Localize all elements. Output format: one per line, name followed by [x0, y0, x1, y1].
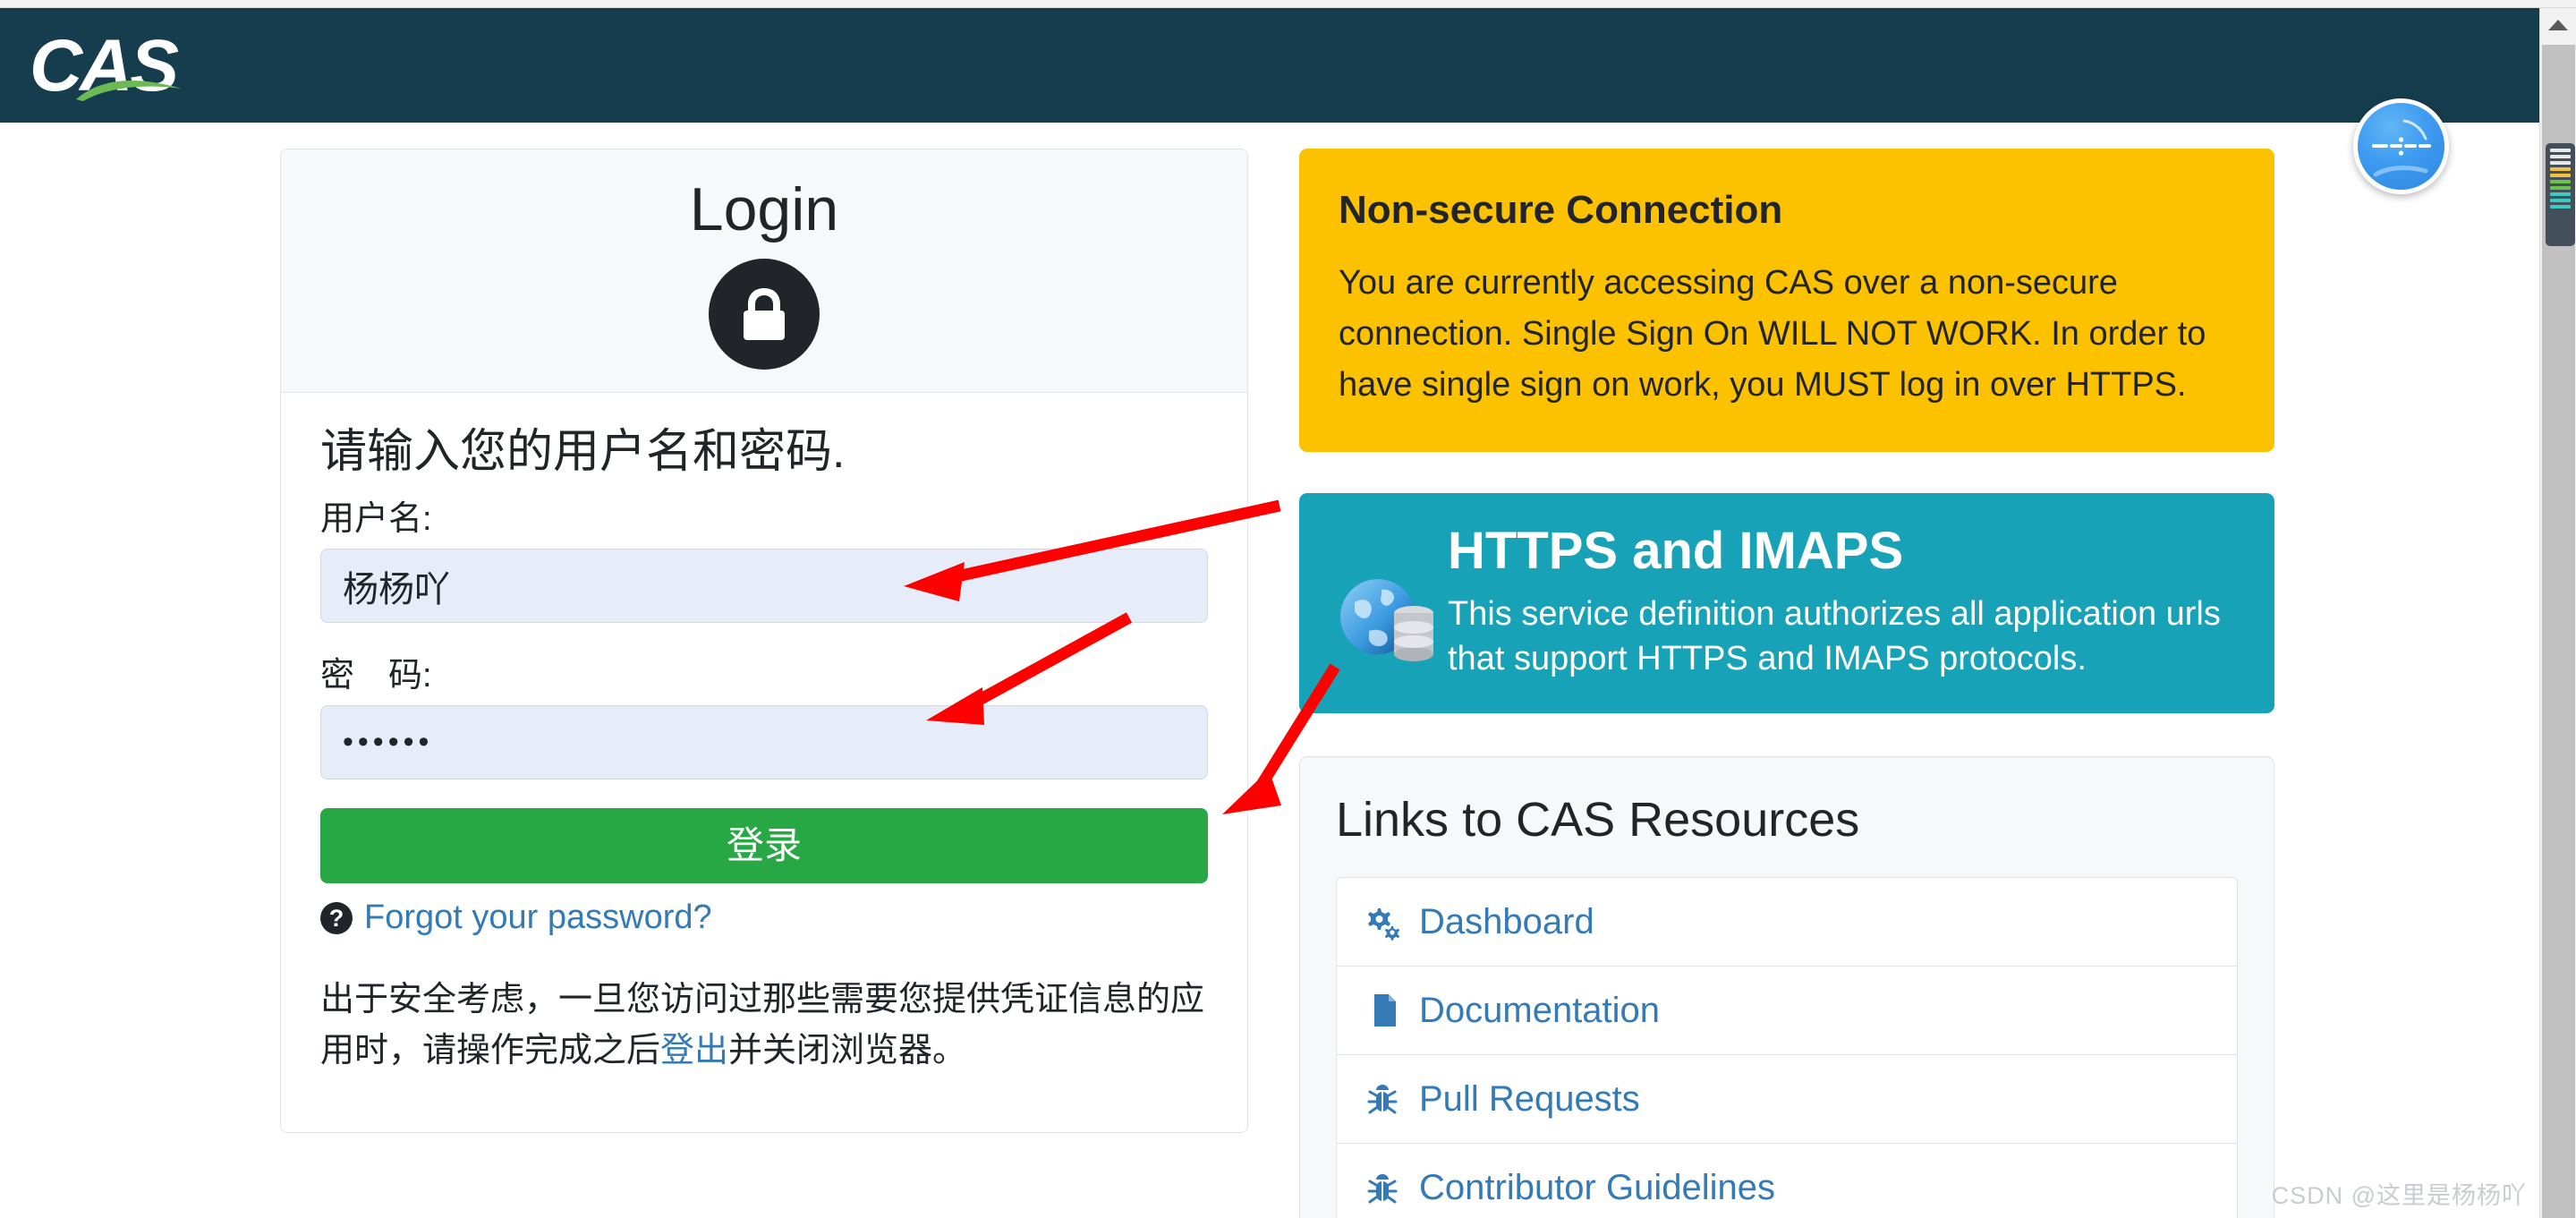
- bug-icon: [1364, 1170, 1401, 1207]
- service-text: HTTPS and IMAPS This service definition …: [1448, 518, 2242, 681]
- login-form: 请输入您的用户名和密码. 用户名: 密 码: 登录 ? Forgot your …: [281, 393, 1247, 1077]
- service-body: This service definition authorizes all a…: [1448, 595, 2221, 677]
- password-input[interactable]: [320, 705, 1208, 779]
- login-card: Login 请输入您的用户名和密码. 用户名: 密 码:: [280, 149, 1248, 1133]
- list-item-label: Contributor Guidelines: [1419, 1168, 1775, 1207]
- cas-logo[interactable]: CAS: [30, 28, 191, 105]
- dashed-line-icon: [2372, 119, 2431, 177]
- site-header: CAS: [0, 8, 2539, 123]
- username-field-group: 用户名:: [320, 498, 1208, 623]
- links-list: Dashboard Documentation Pull Requests Co…: [1336, 877, 2238, 1218]
- password-label: 密 码:: [320, 657, 432, 694]
- list-item[interactable]: Dashboard: [1337, 878, 2237, 967]
- watermark: CSDN @这里是杨杨吖: [2271, 1182, 2527, 1209]
- globe-database-icon: [1340, 579, 1433, 661]
- username-label: 用户名:: [320, 500, 432, 538]
- alert-title: Non-secure Connection: [1339, 188, 1783, 232]
- list-item[interactable]: Contributor Guidelines: [1337, 1144, 2237, 1218]
- list-item-label: Pull Requests: [1419, 1078, 1640, 1119]
- forgot-password-link[interactable]: Forgot your password?: [364, 899, 712, 937]
- security-notice: 出于安全考虑，一旦您访问过那些需要您提供凭证信息的应用时，请操作完成之后登出并关…: [320, 975, 1208, 1077]
- password-field-group: 密 码:: [320, 655, 1208, 779]
- page-title: Login: [689, 175, 839, 243]
- chevron-up-icon: [2548, 20, 2568, 30]
- links-title: Links to CAS Resources: [1336, 793, 1860, 847]
- gears-icon: [1364, 903, 1401, 941]
- page-content: Login 请输入您的用户名和密码. 用户名: 密 码:: [0, 123, 2539, 1218]
- service-title: HTTPS and IMAPS: [1448, 522, 1904, 580]
- form-heading: 请输入您的用户名和密码.: [320, 426, 846, 478]
- logout-link[interactable]: 登出: [660, 1032, 728, 1069]
- list-item[interactable]: Documentation: [1337, 967, 2237, 1055]
- vertical-scrollbar[interactable]: [2539, 8, 2576, 1218]
- scrollbar-thumb[interactable]: [2546, 143, 2575, 246]
- scroll-up-button[interactable]: [2540, 8, 2576, 44]
- logo-text: CAS: [30, 25, 179, 106]
- list-item[interactable]: Pull Requests: [1337, 1055, 2237, 1144]
- page-root: CAS Login 请输入您的用户名和密码. 用户名: 杨杨吖 密 码: •••…: [0, 0, 2576, 1218]
- right-column: Non-secure Connection You are currently …: [1299, 149, 2274, 1218]
- file-icon: [1364, 992, 1401, 1029]
- login-submit-button[interactable]: 登录: [320, 808, 1208, 883]
- non-secure-alert: Non-secure Connection You are currently …: [1299, 149, 2274, 452]
- login-card-header: Login: [281, 149, 1247, 393]
- floating-action-button[interactable]: [2353, 98, 2449, 194]
- username-input[interactable]: [320, 549, 1208, 623]
- security-notice-part2: 并关闭浏览器。: [728, 1032, 967, 1069]
- service-description-card: HTTPS and IMAPS This service definition …: [1299, 493, 2274, 713]
- question-circle-icon: ?: [320, 901, 353, 934]
- list-item-label: Documentation: [1419, 990, 1661, 1030]
- browser-top-edge: [0, 0, 2576, 8]
- lock-glyph-icon: [744, 288, 785, 340]
- list-item-label: Dashboard: [1419, 901, 1594, 941]
- alert-body: You are currently accessing CAS over a n…: [1339, 264, 2206, 404]
- scrollbar-track[interactable]: [2542, 45, 2575, 1218]
- links-card: Links to CAS Resources Dashboard Documen…: [1299, 756, 2274, 1218]
- bug-icon: [1364, 1080, 1401, 1118]
- forgot-password-row[interactable]: ? Forgot your password?: [320, 899, 1208, 937]
- lock-icon: [709, 259, 820, 370]
